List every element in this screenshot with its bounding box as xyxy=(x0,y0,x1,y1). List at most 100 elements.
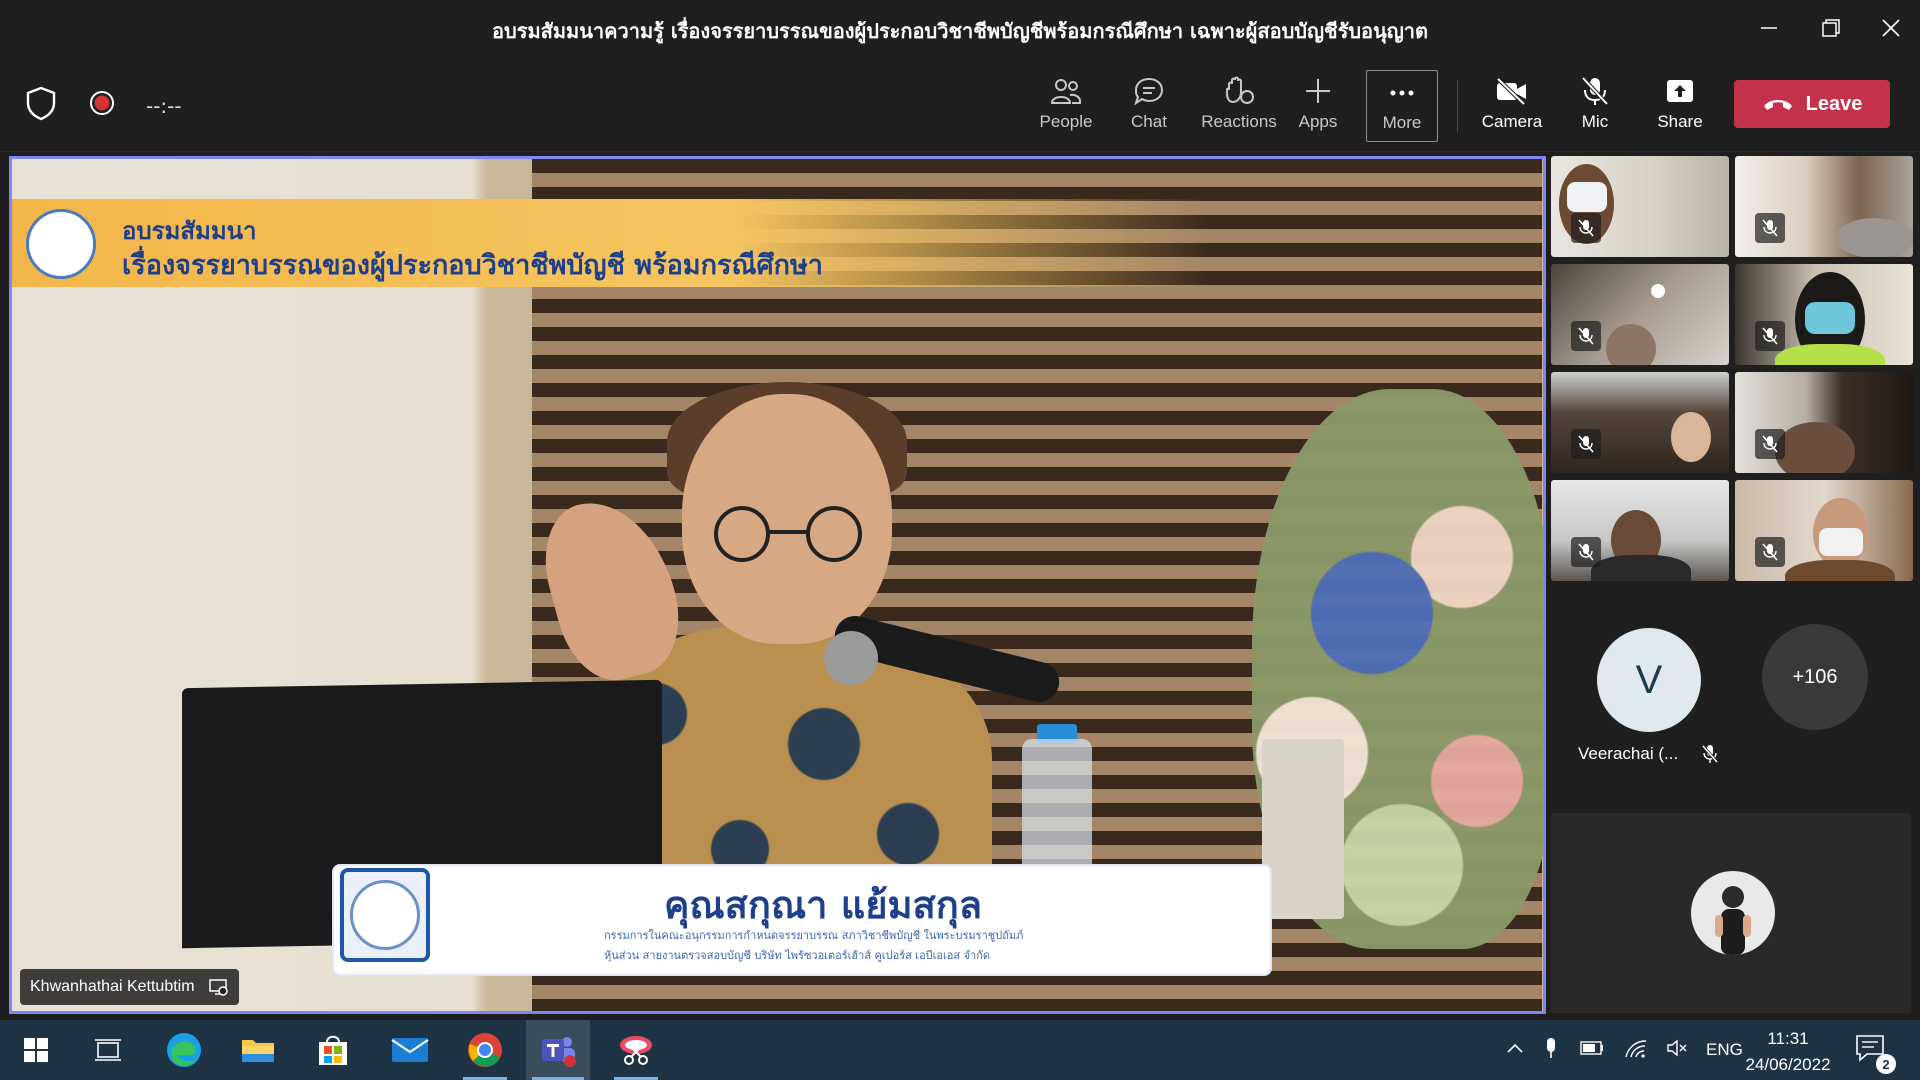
people-label: People xyxy=(1039,112,1093,131)
leave-label: Leave xyxy=(1805,92,1863,115)
folder-icon xyxy=(242,1040,274,1062)
people-button[interactable]: People xyxy=(1028,70,1104,142)
mic-off-icon xyxy=(1581,76,1609,106)
teams-button[interactable] xyxy=(526,1020,590,1080)
toolbar-divider xyxy=(1457,80,1458,132)
restore-button[interactable] xyxy=(1808,8,1854,48)
participant-tile[interactable] xyxy=(1551,372,1729,473)
mic-off-icon xyxy=(1571,213,1601,243)
mic-off-icon xyxy=(1755,429,1785,459)
meeting-timer: --:-- xyxy=(146,93,182,118)
close-button[interactable] xyxy=(1868,8,1914,48)
meeting-status: --:-- xyxy=(24,85,182,126)
nameplate-subtitle-1: กรรมการในคณะอนุกรรมการกำหนดจรรยาบรรณ สภา… xyxy=(604,929,1024,942)
microphone-head xyxy=(824,631,878,685)
participant-name: Veerachai (... xyxy=(1578,744,1679,763)
mic-label: Mic xyxy=(1581,112,1609,131)
speaker-nameplate: คุณสกุณา แย้มสกุล กรรมการในคณะอนุกรรมการ… xyxy=(332,864,1272,976)
teams-icon xyxy=(542,1037,576,1067)
start-button[interactable] xyxy=(8,1020,64,1080)
mic-off-icon xyxy=(1755,213,1785,243)
shield-icon[interactable] xyxy=(24,85,58,126)
wifi-icon[interactable] xyxy=(1624,1038,1648,1063)
nameplate-logo xyxy=(340,868,430,962)
chrome-icon xyxy=(468,1033,502,1067)
minimize-button[interactable] xyxy=(1746,8,1792,48)
participant-tile[interactable] xyxy=(1735,264,1913,365)
minimize-icon xyxy=(1761,27,1777,29)
glasses-icon xyxy=(714,506,862,562)
apps-icon xyxy=(1306,79,1330,103)
chevron-up-icon[interactable] xyxy=(1506,1041,1524,1059)
share-button[interactable]: Share xyxy=(1642,70,1718,142)
participant-tile[interactable] xyxy=(1735,372,1913,473)
camera-button[interactable]: Camera xyxy=(1474,70,1550,142)
microphone-icon[interactable] xyxy=(1544,1037,1558,1064)
interpreter-tile[interactable] xyxy=(1551,813,1911,1013)
mic-off-icon xyxy=(1571,321,1601,351)
windows-taskbar: ENG 11:31 24/06/2022 2 xyxy=(0,1020,1920,1080)
mail-icon xyxy=(391,1038,429,1062)
participant-tile[interactable] xyxy=(1735,156,1913,257)
banner-logo xyxy=(26,209,96,279)
close-icon xyxy=(1882,19,1900,37)
leave-button[interactable]: Leave xyxy=(1734,80,1890,128)
main-video-stage[interactable]: อบรมสัมมนา เรื่องจรรยาบรรณของผู้ประกอบวิ… xyxy=(9,156,1546,1014)
more-label: More xyxy=(1382,113,1422,132)
mail-button[interactable] xyxy=(382,1020,438,1080)
nameplate-subtitle-2: หุ้นส่วน สายงานตรวจสอบบัญชี บริษัท ไพร้ซ… xyxy=(604,949,991,962)
recording-icon xyxy=(88,89,116,122)
more-button[interactable]: More xyxy=(1366,70,1438,142)
task-view-button[interactable] xyxy=(80,1020,136,1080)
snipping-tool-icon xyxy=(620,1036,652,1065)
clock-time: 11:31 xyxy=(1767,1029,1809,1048)
more-participants-button[interactable]: +106 xyxy=(1762,624,1868,730)
file-explorer-button[interactable] xyxy=(230,1020,286,1080)
apps-button[interactable]: Apps xyxy=(1280,70,1356,142)
mic-off-icon xyxy=(1755,321,1785,351)
more-icon xyxy=(1390,90,1414,96)
windows-logo-icon xyxy=(24,1038,48,1062)
speaker-name-tag: Khwanhathai Kettubtim xyxy=(20,969,239,1005)
speaker-name: Khwanhathai Kettubtim xyxy=(30,978,195,995)
share-icon xyxy=(1667,80,1693,102)
chat-label: Chat xyxy=(1131,112,1167,131)
participant-tile[interactable] xyxy=(1735,480,1913,581)
phone-hangup-icon xyxy=(1763,100,1792,110)
reactions-icon xyxy=(1226,76,1254,104)
participant-avatar[interactable]: V xyxy=(1597,628,1701,732)
chrome-button[interactable] xyxy=(457,1020,513,1080)
share-label: Share xyxy=(1657,112,1703,131)
edge-button[interactable] xyxy=(156,1020,212,1080)
banner-line2: เรื่องจรรยาบรรณของผู้ประกอบวิชาชีพบัญชี … xyxy=(122,250,823,281)
mic-off-icon xyxy=(1571,429,1601,459)
apps-label: Apps xyxy=(1298,112,1338,131)
mic-button[interactable]: Mic xyxy=(1557,70,1633,142)
title-bar: อบรมสัมมนาความรู้ เรื่องจรรยาบรรณของผู้ป… xyxy=(0,0,1920,58)
battery-icon[interactable] xyxy=(1580,1040,1604,1060)
participant-tile[interactable] xyxy=(1551,156,1729,257)
mic-off-icon xyxy=(1700,744,1720,769)
snipping-tool-button[interactable] xyxy=(608,1020,664,1080)
mic-off-icon xyxy=(1571,537,1601,567)
taskbar-clock[interactable]: 11:31 24/06/2022 xyxy=(1734,1026,1842,1078)
notification-count-badge: 2 xyxy=(1876,1054,1896,1074)
window-title: อบรมสัมมนาความรู้ เรื่องจรรยาบรรณของผู้ป… xyxy=(492,19,1428,43)
screen-share-icon xyxy=(208,979,228,996)
volume-muted-icon[interactable] xyxy=(1666,1039,1688,1062)
participant-tile[interactable] xyxy=(1551,264,1729,365)
system-tray: ENG xyxy=(1506,1020,1743,1080)
people-icon xyxy=(1050,79,1082,104)
chat-icon xyxy=(1134,77,1164,106)
chat-button[interactable]: Chat xyxy=(1111,70,1187,142)
reactions-button[interactable]: Reactions xyxy=(1196,70,1282,142)
edge-icon xyxy=(167,1033,201,1067)
camera-off-icon xyxy=(1496,77,1526,106)
participant-tile[interactable] xyxy=(1551,480,1729,581)
store-button[interactable] xyxy=(305,1020,361,1080)
tumbler xyxy=(1262,739,1344,919)
store-icon xyxy=(319,1035,347,1065)
clock-date: 24/06/2022 xyxy=(1745,1055,1831,1074)
meeting-toolbar: --:-- People Chat Reactions Apps More Ca… xyxy=(0,58,1920,152)
restore-icon xyxy=(1822,19,1840,37)
